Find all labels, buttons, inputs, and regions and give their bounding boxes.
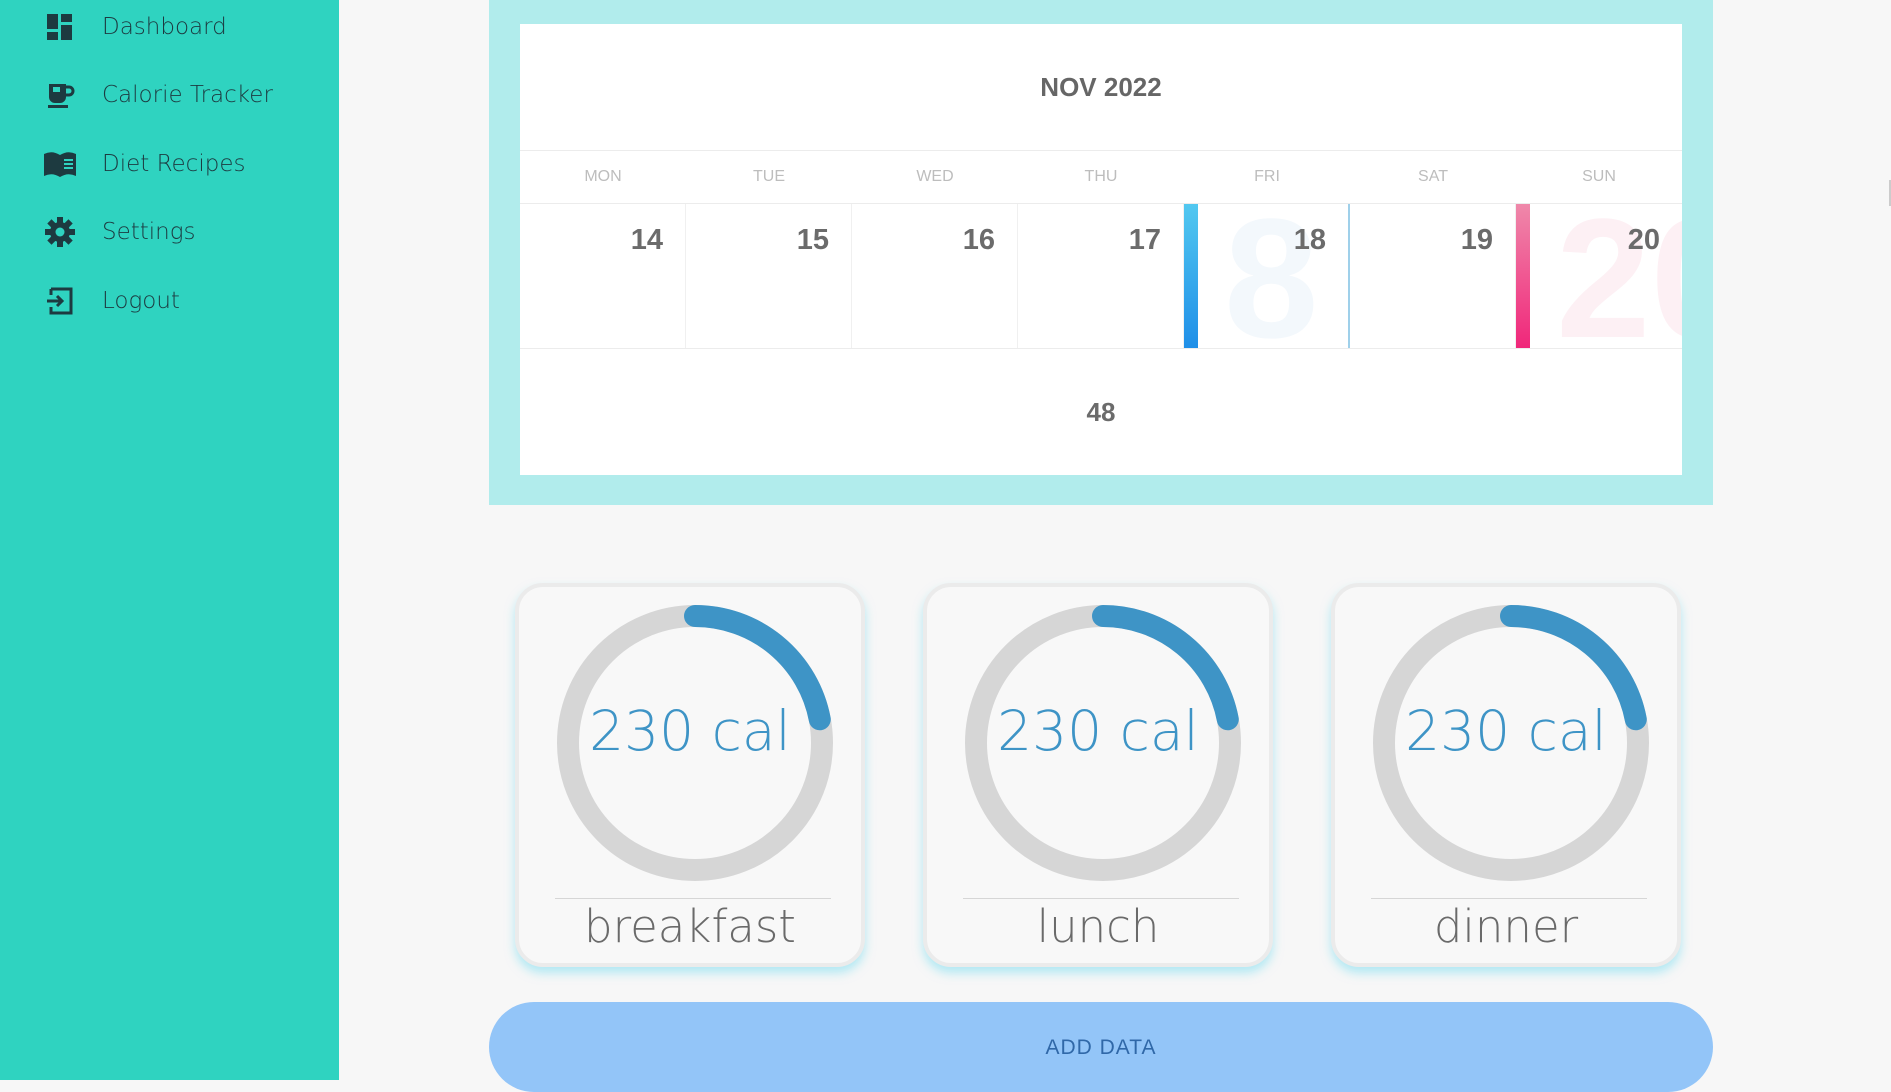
calendar-day[interactable]: 14 <box>520 204 686 348</box>
day-number: 20 <box>1627 224 1660 256</box>
day-number: 15 <box>796 224 829 256</box>
nav-dashboard-label: Dashboard <box>102 14 227 40</box>
nav-diet-recipes[interactable]: Diet Recipes <box>40 139 245 189</box>
gear-icon <box>40 212 80 252</box>
divider <box>1371 898 1647 899</box>
nav-settings[interactable]: Settings <box>40 207 196 257</box>
day-number: 14 <box>630 224 663 256</box>
calendar-day[interactable]: 19 <box>1350 204 1516 348</box>
nav-logout[interactable]: Logout <box>40 276 180 326</box>
logout-icon <box>40 281 80 321</box>
nav-calorie-tracker-label: Calorie Tracker <box>102 82 273 108</box>
calendar-day-weekend[interactable]: 20 20 <box>1516 204 1682 348</box>
weekend-marker <box>1516 204 1530 348</box>
calendar-day-selected[interactable]: 8 18 <box>1184 204 1350 348</box>
calorie-value: 230 cal <box>1405 699 1607 763</box>
meal-name: breakfast <box>584 900 796 953</box>
nav-diet-recipes-label: Diet Recipes <box>102 151 246 177</box>
day-number: 17 <box>1128 224 1161 256</box>
today-marker <box>1184 204 1198 348</box>
weekday-thu: THU <box>1084 168 1118 185</box>
calendar: NOV 2022 MON TUE WED THU FRI SAT SUN 14 … <box>520 24 1682 475</box>
calorie-value: 230 cal <box>997 699 1199 763</box>
calendar-month: NOV 2022 <box>1040 71 1162 102</box>
calendar-day[interactable]: 16 <box>852 204 1018 348</box>
day-number: 16 <box>962 224 995 256</box>
book-icon <box>40 144 80 184</box>
coffee-cup-icon <box>40 75 80 115</box>
day-number: 19 <box>1460 224 1493 256</box>
meal-card-lunch[interactable]: 230 cal lunch <box>923 583 1273 967</box>
calendar-day[interactable]: 15 <box>686 204 852 348</box>
meal-card-breakfast[interactable]: 230 cal breakfast <box>515 583 865 967</box>
weekday-tue: TUE <box>753 168 785 185</box>
week-number: 48 <box>1086 396 1116 427</box>
dashboard-icon <box>40 7 80 47</box>
nav-dashboard[interactable]: Dashboard <box>40 2 227 52</box>
nav-calorie-tracker[interactable]: Calorie Tracker <box>40 70 273 120</box>
calorie-value: 230 cal <box>589 699 791 763</box>
weekday-sun: SUN <box>1582 168 1616 185</box>
weekday-mon: MON <box>584 168 622 185</box>
meal-card-dinner[interactable]: 230 cal dinner <box>1331 583 1681 967</box>
add-data-button[interactable]: ADD DATA <box>489 1002 1713 1092</box>
nav-logout-label: Logout <box>102 288 180 314</box>
calendar-day[interactable]: 17 <box>1018 204 1184 348</box>
day-number: 18 <box>1293 224 1326 256</box>
weekday-wed: WED <box>916 168 954 185</box>
nav-settings-label: Settings <box>102 219 196 245</box>
meal-name: lunch <box>1036 900 1160 953</box>
weekday-fri: FRI <box>1254 168 1280 185</box>
divider <box>963 898 1239 899</box>
meal-name: dinner <box>1433 900 1579 953</box>
sidebar: Dashboard Calorie Tracker Diet Recipes S… <box>0 0 339 1080</box>
day-watermark: 20 <box>1556 204 1682 348</box>
weekday-sat: SAT <box>1418 168 1448 185</box>
divider <box>555 898 831 899</box>
